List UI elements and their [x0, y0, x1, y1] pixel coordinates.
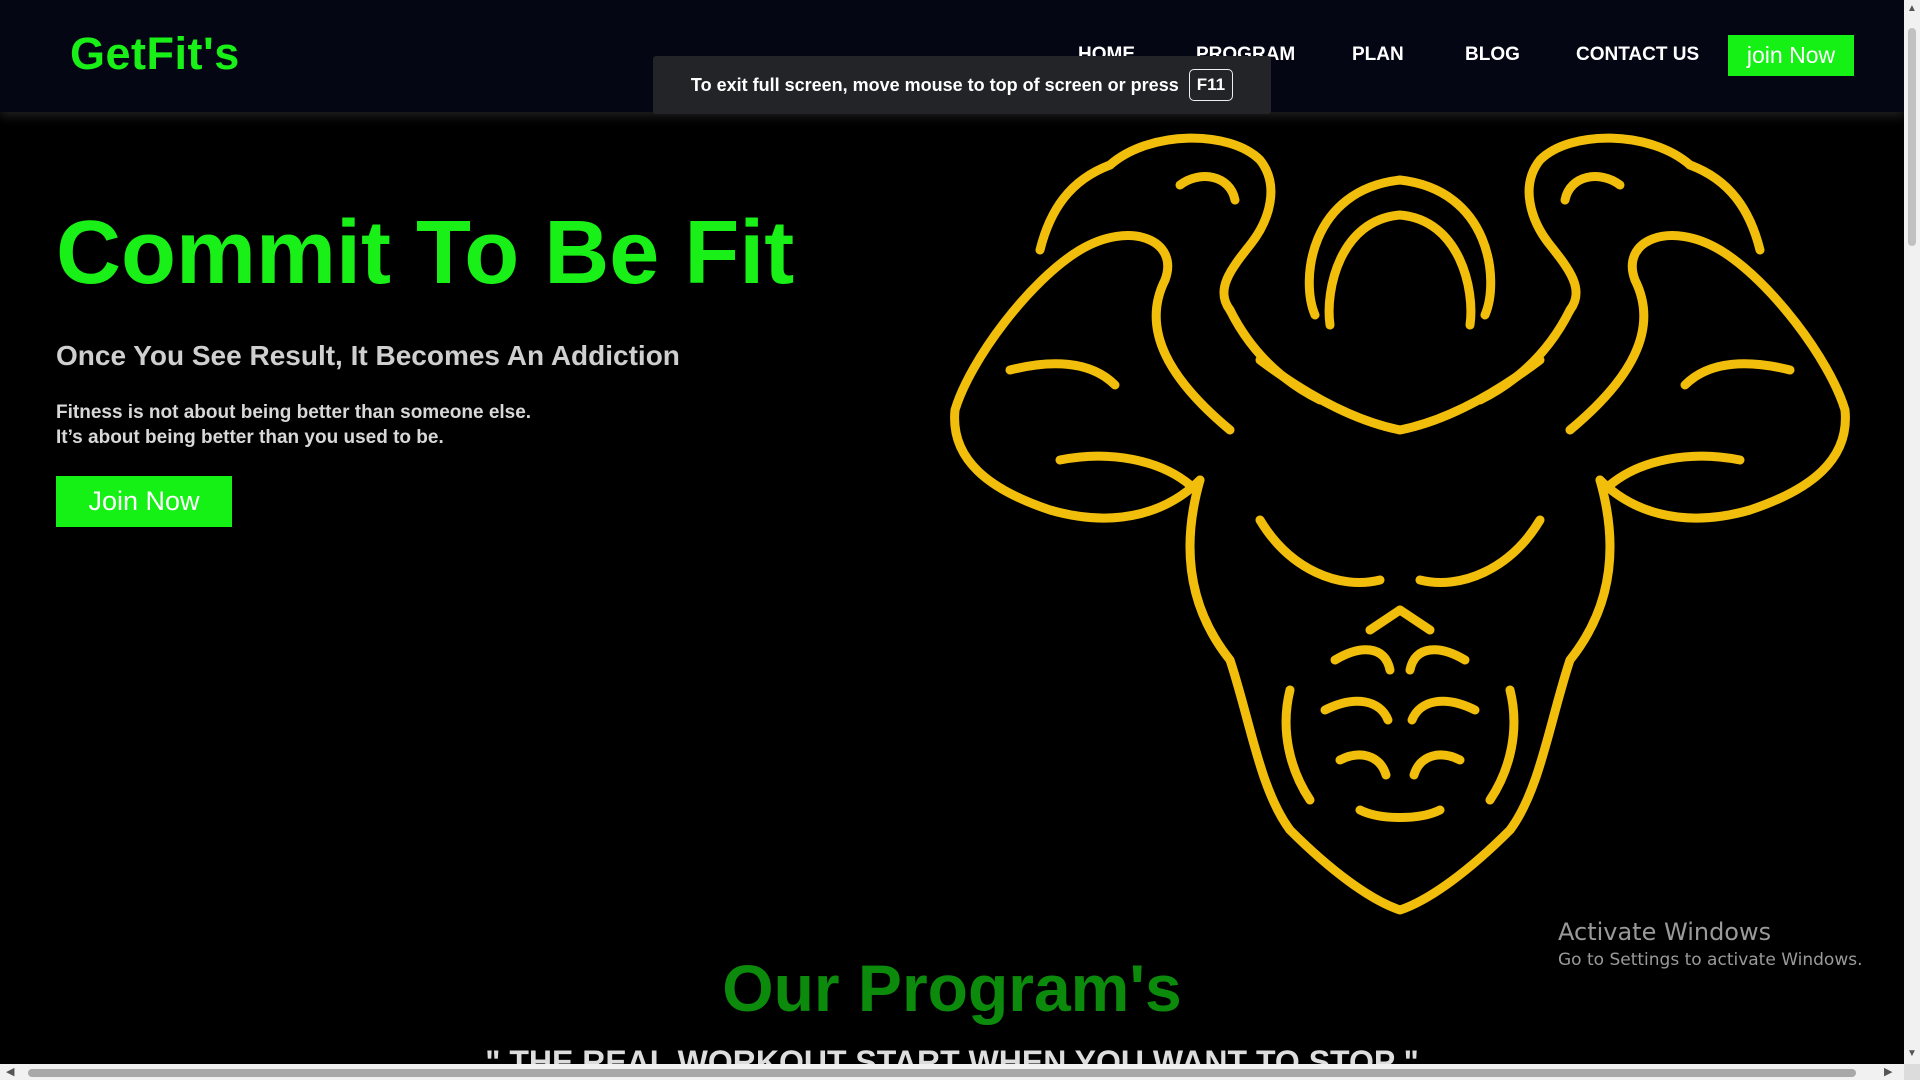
nav-link-contact-us[interactable]: CONTACT US: [1576, 44, 1699, 66]
scroll-down-arrow-icon[interactable]: ▼: [1907, 1048, 1917, 1059]
page: GetFit's HOME PROGRAM PLAN BLOG CONTACT …: [0, 0, 1920, 1080]
nav-join-now-button[interactable]: join Now: [1728, 35, 1854, 76]
scroll-right-arrow-icon[interactable]: ▶: [1884, 1065, 1892, 1078]
toast-text: To exit full screen, move mouse to top o…: [690, 74, 1179, 95]
nav-link-plan[interactable]: PLAN: [1352, 44, 1404, 66]
vertical-scroll-thumb[interactable]: [1908, 28, 1916, 246]
vertical-scrollbar[interactable]: ▲ ▼: [1904, 0, 1920, 1064]
toast-key-f11: F11: [1188, 69, 1234, 101]
hero-text-line-1: Fitness is not about being better than s…: [56, 402, 532, 423]
horizontal-scroll-thumb[interactable]: [28, 1069, 1856, 1077]
scrollbar-corner: [1904, 1064, 1920, 1080]
fullscreen-exit-toast: To exit full screen, move mouse to top o…: [653, 56, 1271, 114]
muscle-man-icon: [950, 133, 1850, 915]
scroll-up-arrow-icon[interactable]: ▲: [1907, 3, 1917, 14]
watermark-line-1: Activate Windows: [1558, 918, 1772, 946]
scroll-left-arrow-icon[interactable]: ◀: [6, 1065, 14, 1078]
hero-text-line-2: It’s about being better than you used to…: [56, 427, 444, 448]
horizontal-scrollbar[interactable]: ◀ ▶: [0, 1064, 1904, 1080]
hero-text: Fitness is not about being better than s…: [56, 400, 531, 450]
hero-join-now-button[interactable]: Join Now: [56, 476, 232, 527]
hero-title: Commit To Be Fit: [56, 203, 795, 303]
hero-subtitle: Once You See Result, It Becomes An Addic…: [56, 340, 680, 371]
nav-link-blog[interactable]: BLOG: [1465, 44, 1520, 66]
site-logo[interactable]: GetFit's: [70, 28, 240, 80]
programs-title: Our Program's: [722, 951, 1182, 1025]
